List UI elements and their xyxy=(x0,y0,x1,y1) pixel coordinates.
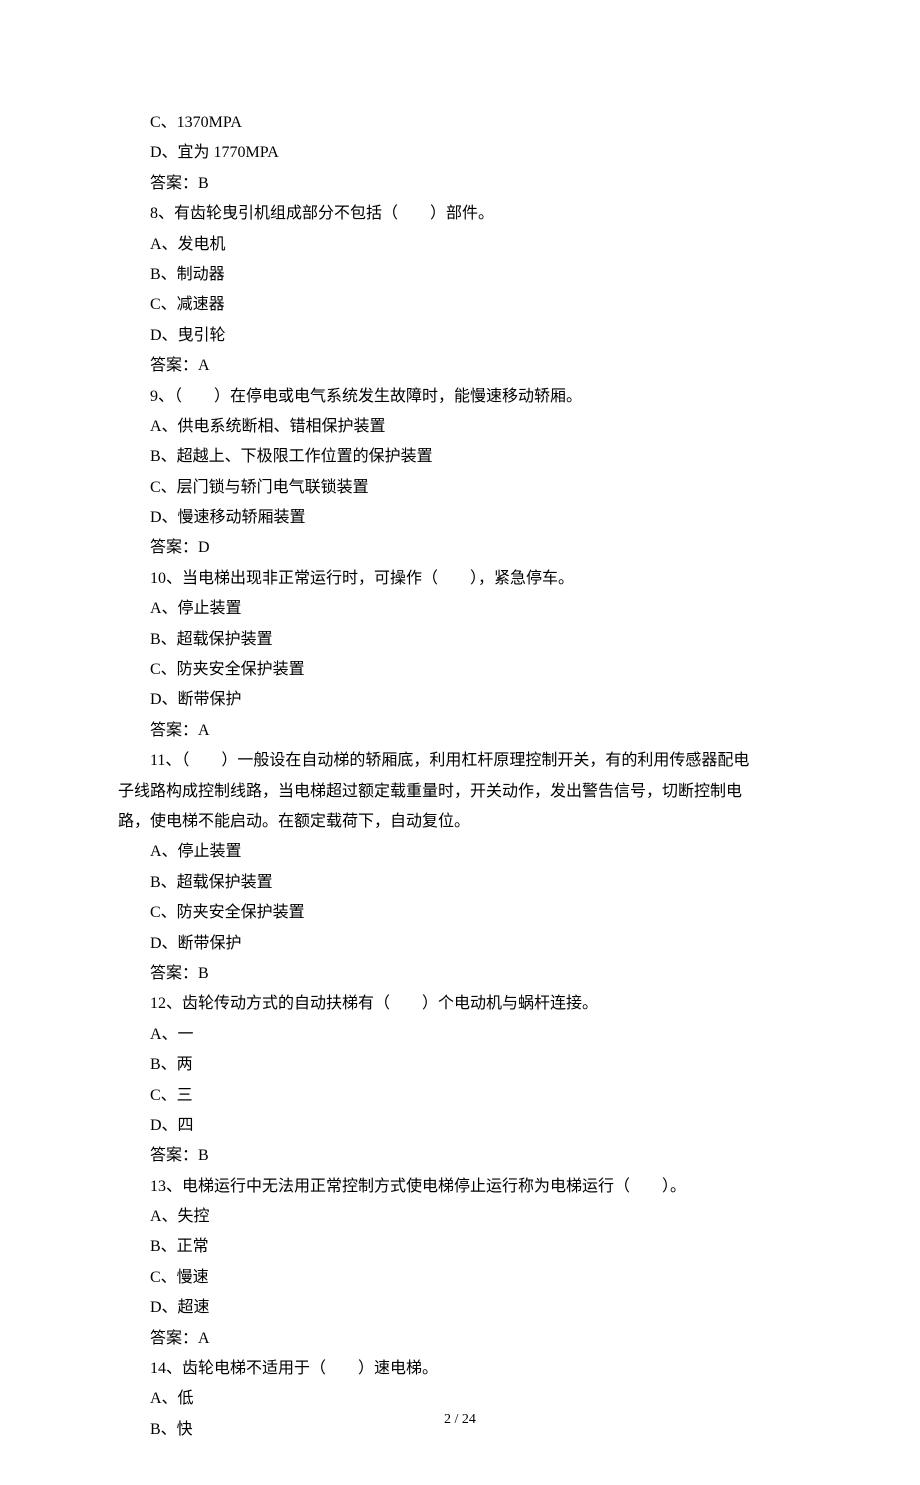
option-a: A、停止装置 xyxy=(118,837,802,867)
option-d: D、断带保护 xyxy=(118,929,802,959)
option-a: A、失控 xyxy=(118,1202,802,1232)
option-b: B、正常 xyxy=(118,1232,802,1262)
answer-line: 答案：D xyxy=(118,533,802,563)
option-b: B、超载保护装置 xyxy=(118,868,802,898)
answer-line: 答案：B xyxy=(118,169,802,199)
option-d: D、断带保护 xyxy=(118,685,802,715)
question-10: 10、当电梯出现非正常运行时，可操作（ ），紧急停车。 xyxy=(118,564,802,594)
document-page: C、1370MPA D、宜为 1770MPA 答案：B 8、有齿轮曳引机组成部分… xyxy=(0,0,920,1485)
option-c: C、减速器 xyxy=(118,290,802,320)
option-d: D、曳引轮 xyxy=(118,321,802,351)
option-c: C、层门锁与轿门电气联锁装置 xyxy=(118,473,802,503)
answer-line: 答案：A xyxy=(118,351,802,381)
option-a: A、供电系统断相、错相保护装置 xyxy=(118,412,802,442)
answer-line: 答案：B xyxy=(118,1141,802,1171)
option-d: D、宜为 1770MPA xyxy=(118,138,802,168)
page-footer: 2 / 24 xyxy=(0,1407,920,1434)
option-c: C、防夹安全保护装置 xyxy=(118,898,802,928)
option-a: A、停止装置 xyxy=(118,594,802,624)
answer-line: 答案：A xyxy=(118,1324,802,1354)
option-c: C、防夹安全保护装置 xyxy=(118,655,802,685)
option-c: C、慢速 xyxy=(118,1263,802,1293)
option-d: D、慢速移动轿厢装置 xyxy=(118,503,802,533)
option-b: B、超载保护装置 xyxy=(118,625,802,655)
question-14: 14、齿轮电梯不适用于（ ）速电梯。 xyxy=(118,1354,802,1384)
option-a: A、一 xyxy=(118,1020,802,1050)
question-11-line2: 子线路构成控制线路，当电梯超过额定载重量时，开关动作，发出警告信号，切断控制电 xyxy=(118,777,802,807)
option-a: A、发电机 xyxy=(118,230,802,260)
answer-line: 答案：B xyxy=(118,959,802,989)
question-13: 13、电梯运行中无法用正常控制方式使电梯停止运行称为电梯运行（ ）。 xyxy=(118,1172,802,1202)
question-8: 8、有齿轮曳引机组成部分不包括（ ）部件。 xyxy=(118,199,802,229)
question-9: 9、（ ）在停电或电气系统发生故障时，能慢速移动轿厢。 xyxy=(118,382,802,412)
option-b: B、两 xyxy=(118,1050,802,1080)
question-11-line3: 路，使电梯不能启动。在额定载荷下，自动复位。 xyxy=(118,807,802,837)
answer-line: 答案：A xyxy=(118,716,802,746)
option-b: B、制动器 xyxy=(118,260,802,290)
option-b: B、超越上、下极限工作位置的保护装置 xyxy=(118,442,802,472)
question-12: 12、齿轮传动方式的自动扶梯有（ ）个电动机与蜗杆连接。 xyxy=(118,989,802,1019)
option-c: C、1370MPA xyxy=(118,108,802,138)
option-d: D、四 xyxy=(118,1111,802,1141)
option-c: C、三 xyxy=(118,1081,802,1111)
option-d: D、超速 xyxy=(118,1293,802,1323)
question-11-line1: 11、（ ）一般设在自动梯的轿厢底，利用杠杆原理控制开关，有的利用传感器配电 xyxy=(118,746,802,776)
